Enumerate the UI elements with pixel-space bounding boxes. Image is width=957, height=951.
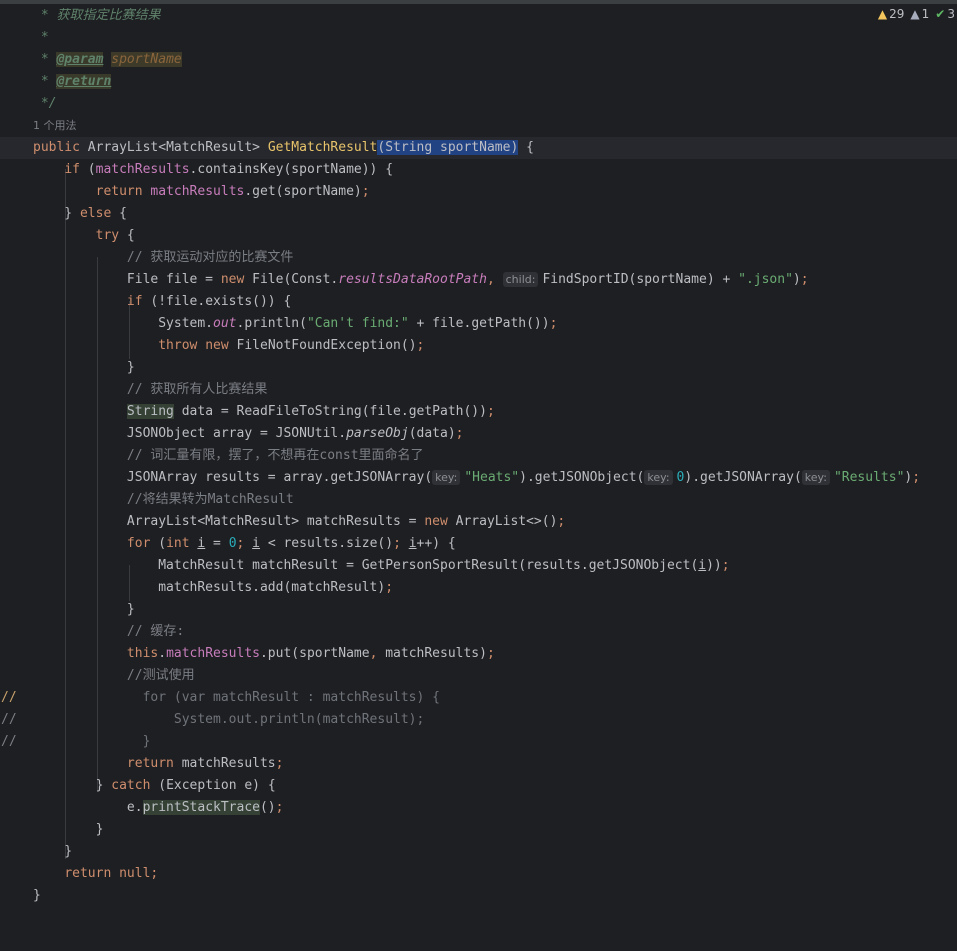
- inspection-widget[interactable]: ▲ 29 ▲ 1 ✔ 3: [878, 5, 957, 23]
- param-hint: child:: [502, 272, 539, 287]
- code-line[interactable]: */: [0, 93, 957, 115]
- javadoc-description: 获取指定比赛结果: [56, 8, 161, 23]
- line-comment-marker: //: [1, 712, 17, 727]
- code-line[interactable]: matchResults.add(matchResult);: [0, 577, 957, 599]
- code-line[interactable]: String data = ReadFileToString(file.getP…: [0, 401, 957, 423]
- editor-top-border: [0, 0, 957, 4]
- code-line-commented[interactable]: // }: [0, 731, 957, 753]
- code-line-commented[interactable]: // System.out.println(matchResult);: [0, 709, 957, 731]
- code-line[interactable]: this.matchResults.put(sportName, matchRe…: [0, 643, 957, 665]
- weak-warnings-indicator[interactable]: ▲ 1: [910, 7, 929, 21]
- code-line[interactable]: if (!file.exists()) {: [0, 291, 957, 313]
- param-tag: @param: [56, 52, 104, 67]
- code-line[interactable]: JSONArray results = array.getJSONArray(k…: [0, 467, 957, 489]
- param-hint: key:: [432, 470, 461, 485]
- usages-hint[interactable]: 1 个用法: [0, 115, 957, 137]
- code-line[interactable]: File file = new File(Const.resultsDataRo…: [0, 269, 957, 291]
- code-line[interactable]: } else {: [0, 203, 957, 225]
- code-line[interactable]: // 获取所有人比赛结果: [0, 379, 957, 401]
- return-tag: @return: [56, 74, 112, 89]
- code-line[interactable]: * 获取指定比赛结果: [0, 5, 957, 27]
- selected-params[interactable]: (String sportName): [377, 140, 519, 155]
- param-hint: key:: [801, 470, 830, 485]
- warnings-indicator[interactable]: ▲ 29: [878, 7, 905, 21]
- code-editor[interactable]: * 获取指定比赛结果 * * @param sportName * @retur…: [0, 5, 957, 908]
- code-line[interactable]: try {: [0, 225, 957, 247]
- code-line[interactable]: }: [0, 841, 957, 863]
- warning-icon: ▲: [877, 7, 888, 21]
- code-line[interactable]: }: [0, 599, 957, 621]
- code-line[interactable]: } catch (Exception e) {: [0, 775, 957, 797]
- param-hint: key:: [644, 470, 673, 485]
- code-line[interactable]: ArrayList<MatchResult> matchResults = ne…: [0, 511, 957, 533]
- code-line[interactable]: * @return: [0, 71, 957, 93]
- check-icon: ✔: [935, 7, 946, 21]
- code-line[interactable]: }: [0, 819, 957, 841]
- code-line[interactable]: // 缓存:: [0, 621, 957, 643]
- weak-warning-icon: ▲: [910, 7, 920, 21]
- code-line[interactable]: return null;: [0, 863, 957, 885]
- code-line[interactable]: return matchResults;: [0, 753, 957, 775]
- code-line[interactable]: e.printStackTrace();: [0, 797, 957, 819]
- line-comment-marker: //: [1, 690, 17, 705]
- code-line[interactable]: }: [0, 357, 957, 379]
- code-line[interactable]: *: [0, 27, 957, 49]
- line-comment-marker: //: [1, 734, 17, 749]
- code-line[interactable]: // 词汇量有限，摆了，不想再在const里面命名了: [0, 445, 957, 467]
- code-line-commented[interactable]: // for (var matchResult : matchResults) …: [0, 687, 957, 709]
- ok-indicator[interactable]: ✔ 3: [935, 7, 955, 21]
- code-line-current[interactable]: public ArrayList<MatchResult> GetMatchRe…: [0, 137, 957, 159]
- code-line[interactable]: if (matchResults.containsKey(sportName))…: [0, 159, 957, 181]
- code-line[interactable]: MatchResult matchResult = GetPersonSport…: [0, 555, 957, 577]
- method-name[interactable]: GetMatchResult: [268, 140, 378, 155]
- code-line[interactable]: throw new FileNotFoundException();: [0, 335, 957, 357]
- code-line[interactable]: * @param sportName: [0, 49, 957, 71]
- code-line[interactable]: for (int i = 0; i < results.size(); i++)…: [0, 533, 957, 555]
- code-line[interactable]: //将结果转为MatchResult: [0, 489, 957, 511]
- code-line[interactable]: //测试使用: [0, 665, 957, 687]
- code-line[interactable]: // 获取运动对应的比赛文件: [0, 247, 957, 269]
- code-line[interactable]: }: [0, 885, 957, 907]
- code-line[interactable]: return matchResults.get(sportName);: [0, 181, 957, 203]
- code-line[interactable]: JSONObject array = JSONUtil.parseObj(dat…: [0, 423, 957, 445]
- code-line[interactable]: System.out.println("Can't find:" + file.…: [0, 313, 957, 335]
- param-name: sportName: [111, 52, 182, 67]
